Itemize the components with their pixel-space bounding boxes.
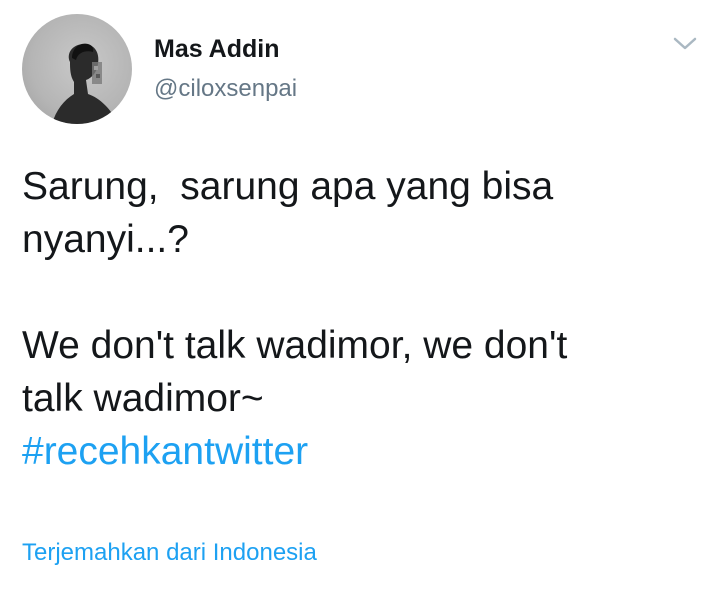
tweet-text-line: Sarung, sarung apa yang bisa [22, 165, 554, 208]
tweet-text-line: talk wadimor~ [22, 377, 264, 420]
translate-link[interactable]: Terjemahkan dari Indonesia [22, 538, 317, 568]
hashtag-link[interactable]: #recehkantwitter [22, 425, 698, 478]
avatar[interactable] [22, 14, 132, 124]
user-handle[interactable]: @ciloxsenpai [154, 74, 297, 104]
tweet-text: Sarung, sarung apa yang bisa nyanyi...? … [22, 160, 698, 478]
tweet-text-line: nyanyi...? [22, 218, 189, 261]
chevron-down-icon[interactable] [672, 34, 698, 54]
tweet-text-line: We don't talk wadimor, we don't [22, 324, 568, 367]
display-name[interactable]: Mas Addin [154, 34, 297, 64]
tweet-card: Mas Addin @ciloxsenpai Sarung, sarung ap… [0, 0, 720, 602]
tweet-header: Mas Addin @ciloxsenpai [154, 34, 297, 104]
avatar-silhouette-icon [52, 43, 118, 124]
